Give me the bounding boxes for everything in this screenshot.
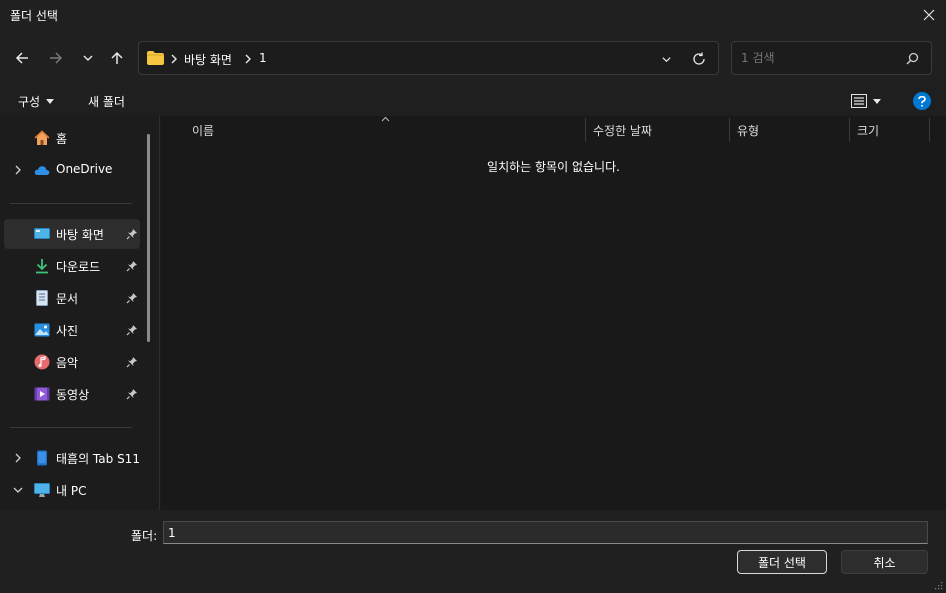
document-icon	[36, 290, 48, 306]
sidebar-item-label: 바탕 화면	[56, 228, 104, 242]
column-header-size[interactable]: 크기	[857, 122, 879, 139]
desktop-icon	[34, 228, 50, 239]
download-icon	[36, 259, 48, 274]
search-box[interactable]	[731, 41, 932, 75]
sidebar-item-videos[interactable]: 동영상	[4, 379, 140, 409]
chevron-down-icon[interactable]	[12, 484, 24, 496]
pin-icon[interactable]	[126, 260, 138, 272]
breadcrumb-desktop[interactable]: 바탕 화면	[184, 51, 232, 68]
sidebar-item-this-pc[interactable]: 내 PC	[4, 475, 140, 505]
pin-icon[interactable]	[126, 356, 138, 368]
resize-grip-icon[interactable]	[934, 581, 943, 590]
tablet-icon	[37, 450, 47, 466]
sidebar-item-tablet[interactable]: 태흠의 Tab S11	[4, 443, 140, 473]
back-button[interactable]	[9, 45, 35, 71]
view-options-button[interactable]	[846, 90, 888, 112]
column-header-date[interactable]: 수정한 날짜	[593, 122, 652, 139]
refresh-icon	[693, 52, 705, 65]
sidebar-item-label: 음악	[56, 356, 79, 370]
column-header-type[interactable]: 유형	[737, 122, 759, 139]
search-input[interactable]	[741, 50, 901, 66]
arrow-right-icon	[50, 52, 63, 64]
sidebar-item-onedrive[interactable]: OneDrive	[4, 155, 140, 185]
folder-icon	[147, 51, 164, 65]
new-folder-button[interactable]: 새 폴더	[82, 90, 131, 112]
help-icon	[918, 95, 926, 107]
sidebar-divider	[10, 427, 132, 428]
recent-locations-button[interactable]	[75, 45, 101, 71]
sidebar-item-label: 다운로드	[56, 260, 101, 274]
folder-name-input[interactable]	[163, 521, 928, 544]
sidebar-item-label: 태흠의 Tab S11	[56, 452, 140, 466]
sidebar-item-desktop[interactable]: 바탕 화면	[4, 219, 140, 249]
pin-icon[interactable]	[126, 324, 138, 336]
arrow-up-icon	[111, 51, 123, 64]
sidebar-item-home[interactable]: 홈	[4, 123, 140, 153]
sidebar-item-label: OneDrive	[56, 162, 113, 176]
close-button[interactable]	[914, 2, 944, 28]
select-folder-button[interactable]: 폴더 선택	[737, 550, 827, 574]
new-folder-label: 새 폴더	[88, 94, 125, 109]
sort-ascending-icon	[381, 116, 390, 122]
pin-icon[interactable]	[126, 388, 138, 400]
sidebar-item-label: 사진	[56, 324, 79, 338]
chevron-down-icon	[83, 55, 93, 61]
sidebar-item-label: 동영상	[56, 388, 90, 402]
sidebar-item-pictures[interactable]: 사진	[4, 315, 140, 345]
dialog-footer: 폴더: 폴더 선택 취소	[0, 510, 946, 593]
arrow-left-icon	[15, 52, 28, 64]
title-bar: 폴더 선택	[0, 0, 946, 30]
address-bar[interactable]: 바탕 화면 1	[138, 41, 719, 75]
video-icon	[34, 387, 50, 401]
file-list[interactable]: 이름 수정한 날짜 유형 크기 일치하는 항목이 없습니다.	[161, 116, 946, 510]
breadcrumb-current[interactable]: 1	[259, 51, 267, 65]
command-bar: 구성 새 폴더	[0, 86, 946, 116]
pin-icon[interactable]	[126, 228, 138, 240]
pictures-icon	[34, 323, 50, 337]
up-button[interactable]	[104, 45, 130, 71]
column-divider[interactable]	[729, 118, 730, 142]
column-header-name[interactable]: 이름	[192, 122, 214, 139]
folder-field-label: 폴더:	[131, 529, 158, 543]
sidebar-divider	[10, 203, 132, 204]
sidebar-item-documents[interactable]: 문서	[4, 283, 140, 313]
sidebar-item-label: 내 PC	[56, 484, 87, 498]
pin-icon[interactable]	[126, 292, 138, 304]
address-history-button[interactable]	[655, 48, 677, 70]
organize-label: 구성	[18, 94, 41, 109]
caret-down-icon	[46, 98, 55, 104]
chevron-right-icon[interactable]	[12, 164, 24, 176]
organize-button[interactable]: 구성	[12, 90, 60, 112]
caret-down-icon	[873, 98, 881, 104]
sidebar-item-music[interactable]: 음악	[4, 347, 140, 377]
help-button[interactable]	[913, 92, 931, 110]
sidebar-item-label: 문서	[56, 292, 79, 306]
close-icon	[923, 9, 935, 21]
navigation-bar: 바탕 화면 1	[0, 30, 946, 86]
column-divider[interactable]	[849, 118, 850, 142]
sidebar-scrollbar[interactable]	[147, 134, 150, 342]
empty-folder-message: 일치하는 항목이 없습니다.	[487, 160, 620, 174]
forward-button[interactable]	[43, 45, 69, 71]
cancel-button[interactable]: 취소	[841, 550, 928, 574]
column-divider[interactable]	[585, 118, 586, 142]
refresh-button[interactable]	[688, 48, 710, 70]
window-title: 폴더 선택	[10, 9, 58, 23]
chevron-down-icon	[661, 56, 671, 62]
breadcrumb-chevron-icon	[245, 54, 251, 64]
details-view-icon	[851, 94, 867, 108]
search-icon	[906, 52, 919, 65]
home-icon	[34, 130, 50, 145]
music-icon	[34, 354, 50, 370]
sidebar-item-downloads[interactable]: 다운로드	[4, 251, 140, 281]
pc-icon	[34, 483, 50, 497]
cloud-icon	[34, 166, 50, 175]
chevron-right-icon[interactable]	[12, 452, 24, 464]
navigation-pane[interactable]: 홈 OneDrive 바탕 화면 다운로드 문서 사진 음악 동영상 태흠의 T…	[0, 116, 160, 510]
breadcrumb-chevron-icon	[171, 54, 177, 64]
column-divider[interactable]	[929, 118, 930, 142]
sidebar-item-label: 홈	[56, 132, 68, 146]
